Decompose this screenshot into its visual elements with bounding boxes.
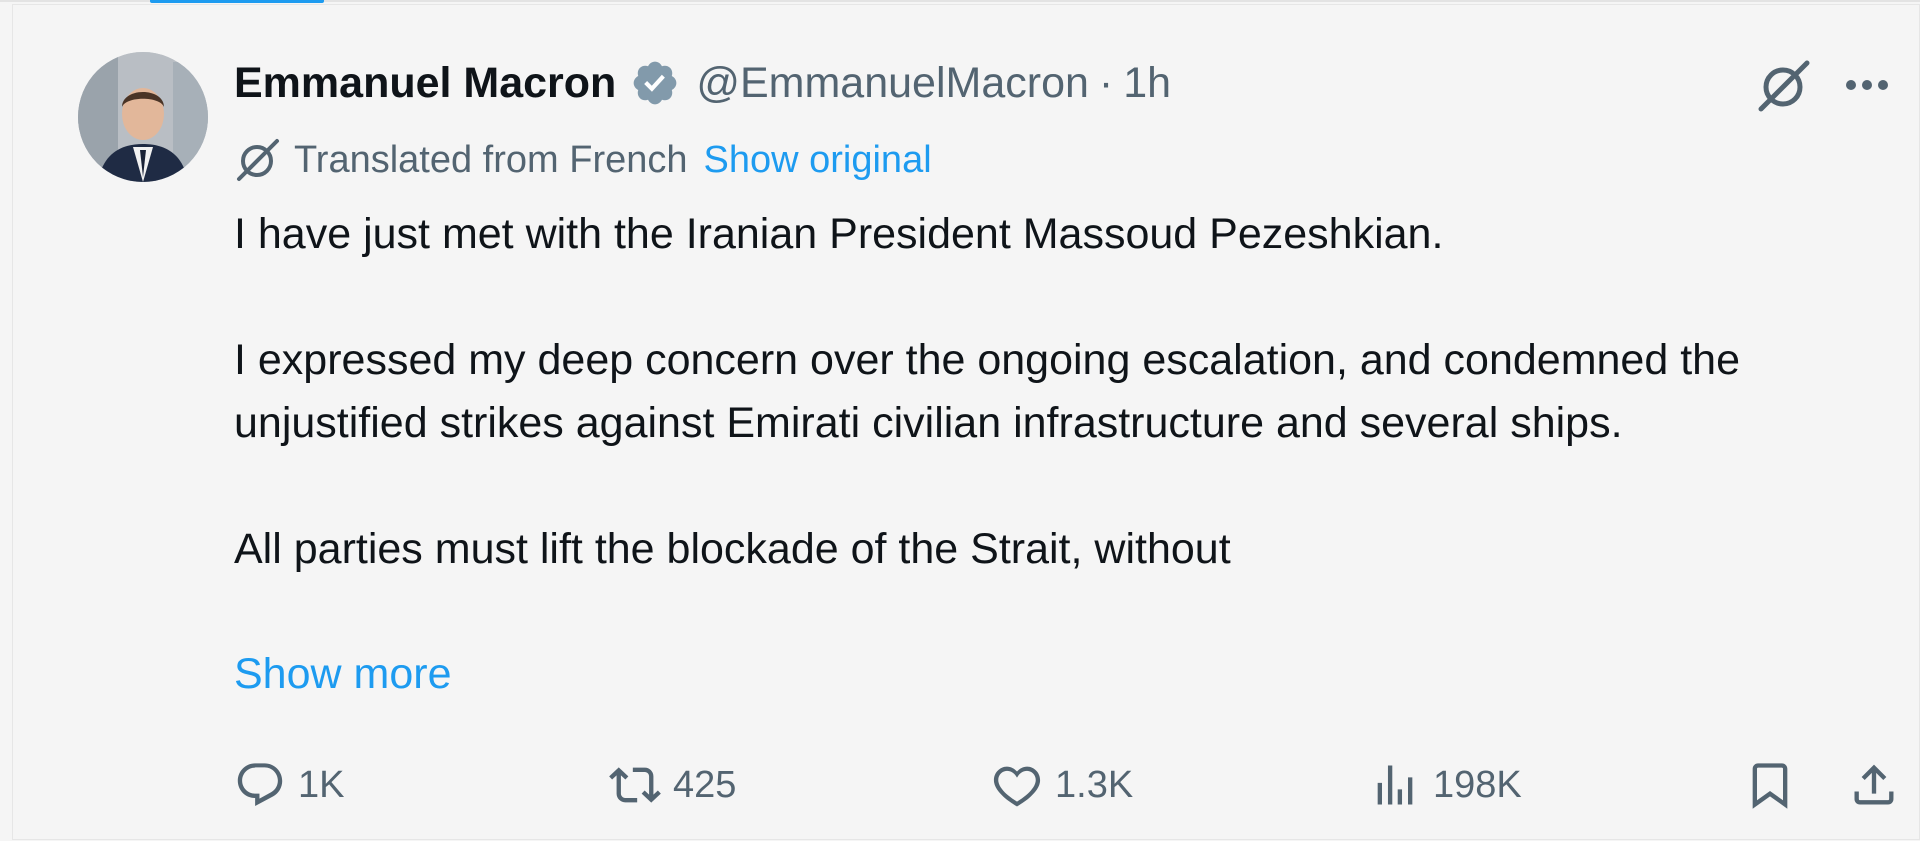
like-count: 1.3K	[1055, 763, 1134, 806]
author-handle[interactable]: @EmmanuelMacron	[696, 59, 1089, 108]
repost-button[interactable]: 425	[609, 757, 736, 813]
tweet-header: Emmanuel Macron @EmmanuelMacron · 1h	[234, 55, 1171, 111]
reply-count: 1K	[298, 763, 345, 806]
tweet-card[interactable]: Emmanuel Macron @EmmanuelMacron · 1h Tra…	[12, 4, 1920, 840]
views-count: 198K	[1433, 763, 1522, 806]
heart-icon	[993, 766, 1041, 807]
tweet-paragraph: I expressed my deep concern over the ong…	[234, 336, 1740, 447]
tweet-body: I have just met with the Iranian Preside…	[234, 203, 1894, 581]
reply-icon	[237, 763, 283, 807]
tweet-timestamp[interactable]: 1h	[1123, 59, 1171, 108]
more-dots-icon[interactable]	[1840, 65, 1894, 105]
grok-translate-icon	[234, 136, 282, 184]
share-button[interactable]	[1848, 757, 1900, 813]
views-icon	[1377, 765, 1413, 805]
show-more-link[interactable]: Show more	[234, 650, 451, 699]
tweet-paragraph: I have just met with the Iranian Preside…	[234, 210, 1444, 258]
like-button[interactable]: 1.3K	[991, 757, 1133, 813]
grok-icon[interactable]	[1755, 57, 1813, 115]
bookmark-button[interactable]	[1744, 757, 1796, 813]
repost-count: 425	[673, 763, 737, 806]
tweet-paragraph: All parties must lift the blockade of th…	[234, 525, 1231, 573]
action-bar: 1K 425 1.3K 198K	[234, 757, 1899, 813]
show-original-link[interactable]: Show original	[704, 139, 932, 182]
tab-indicator	[150, 0, 324, 3]
verified-badge-icon[interactable]	[630, 58, 680, 108]
translated-label: Translated from French	[294, 138, 688, 181]
reply-button[interactable]: 1K	[234, 757, 344, 813]
bookmark-icon	[1752, 763, 1788, 809]
share-icon	[1854, 764, 1894, 805]
translation-notice: Translated from French Show original	[234, 135, 932, 185]
avatar[interactable]	[78, 52, 208, 182]
repost-icon	[609, 767, 661, 803]
views-button[interactable]: 198K	[1369, 757, 1522, 813]
author-name[interactable]: Emmanuel Macron	[234, 59, 616, 108]
separator-dot: ·	[1098, 58, 1114, 107]
avatar-photo	[78, 52, 208, 182]
